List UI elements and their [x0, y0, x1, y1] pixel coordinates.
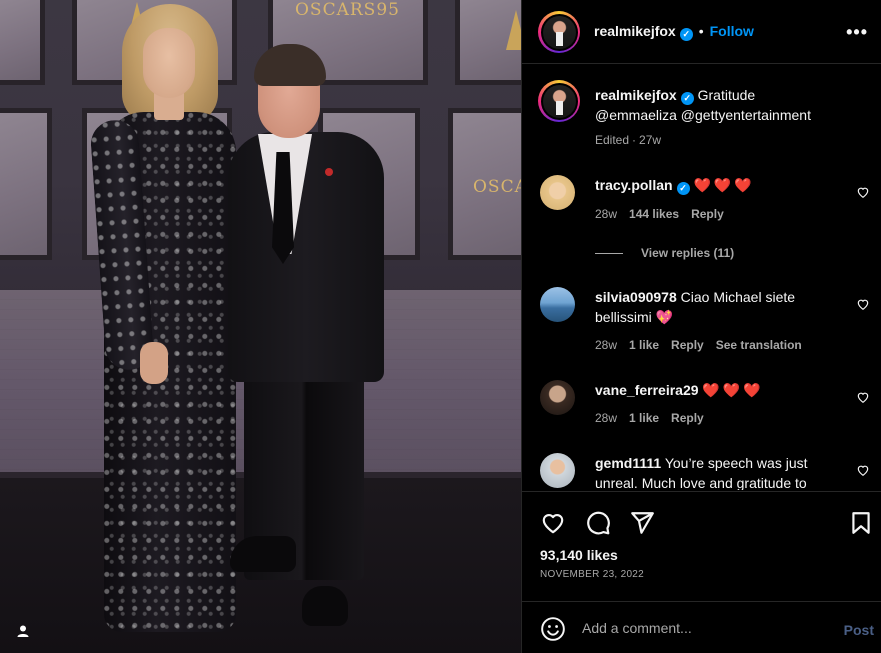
comment-meta: 28w 1 like Reply See translation	[595, 338, 814, 352]
tagged-users-icon[interactable]	[10, 618, 36, 644]
backdrop-panel	[0, 108, 52, 260]
woman-hand	[140, 342, 168, 384]
follow-button[interactable]: Follow	[710, 23, 754, 39]
comment-username[interactable]: silvia090978	[595, 289, 677, 305]
woman-face	[143, 28, 195, 98]
like-comment-heart-icon[interactable]	[856, 185, 870, 199]
comment-text: gemd1111 You’re speech was just unreal. …	[595, 453, 840, 490]
author-username[interactable]: realmikejfox	[594, 23, 676, 39]
save-bookmark-icon[interactable]	[848, 510, 874, 536]
caption-username[interactable]: realmikejfox	[595, 87, 677, 103]
backdrop-panel	[455, 0, 521, 85]
oscar-statue-icon	[506, 10, 521, 50]
emoji-smiley-icon[interactable]	[540, 616, 566, 642]
comment-username[interactable]: vane_ferreira29	[595, 382, 699, 398]
comment-meta: 28w 1 like Reply	[595, 411, 716, 425]
more-options-icon[interactable]: •••	[846, 22, 868, 43]
commenter-avatar[interactable]	[540, 380, 575, 415]
separator-dot: •	[698, 23, 704, 39]
profile-photo	[542, 15, 576, 49]
reply-button[interactable]: Reply	[691, 207, 724, 221]
like-count[interactable]: 93,140 likes	[540, 547, 618, 563]
reply-button[interactable]: Reply	[671, 338, 704, 352]
share-paper-plane-icon[interactable]	[629, 510, 655, 536]
caption-time[interactable]: 27w	[639, 133, 661, 147]
comment-text: silvia090978 Ciao Michael siete bellissi…	[595, 287, 840, 327]
add-comment-bar: Post	[522, 601, 881, 653]
reply-button[interactable]: Reply	[671, 411, 704, 425]
caption-mentions[interactable]: @emmaeliza @gettyentertainment	[595, 107, 811, 123]
comment-bubble-icon[interactable]	[585, 510, 611, 536]
caption-body: Gratitude	[697, 87, 756, 103]
comment-username[interactable]: gemd1111	[595, 455, 661, 471]
view-replies-label: View replies (11)	[641, 246, 735, 260]
header-author: realmikejfox ✓ • Follow	[594, 23, 754, 41]
comments-list[interactable]: realmikejfox ✓ Gratitude @emmaeliza @gett…	[522, 65, 881, 490]
comment-likes[interactable]: 144 likes	[629, 207, 679, 221]
comment-input[interactable]	[582, 614, 822, 642]
oscars-logo: OSCA	[473, 177, 521, 197]
verified-badge-icon: ✓	[680, 92, 694, 105]
profile-photo	[542, 84, 576, 118]
post-header: realmikejfox ✓ • Follow •••	[522, 0, 881, 64]
backdrop-panel	[0, 0, 45, 85]
comment-meta: 28w 144 likes Reply	[595, 207, 736, 221]
like-comment-heart-icon[interactable]	[856, 297, 870, 311]
post-actions: 93,140 likes NOVEMBER 23, 2022	[522, 491, 881, 601]
comment-emoji: ❤️❤️❤️	[693, 177, 755, 193]
post-sidebar: realmikejfox ✓ • Follow ••• realmikejfox ✓ G…	[521, 0, 881, 653]
comment-emoji: 💖	[655, 309, 674, 325]
author-avatar[interactable]	[538, 80, 580, 122]
comment-likes[interactable]: 1 like	[629, 338, 659, 352]
comment-username[interactable]: tracy.pollan	[595, 177, 673, 193]
backdrop-panel: OSCA	[448, 108, 521, 260]
oscars-logo: OSCARS95	[295, 0, 400, 20]
verified-badge-icon: ✓	[676, 182, 690, 195]
comment-time[interactable]: 28w	[595, 207, 617, 221]
commenter-avatar[interactable]	[540, 175, 575, 210]
comment-text: tracy.pollan ✓ ❤️❤️❤️	[595, 175, 840, 195]
caption-text: realmikejfox ✓ Gratitude @emmaeliza @gett…	[595, 85, 840, 125]
comment-emoji: ❤️❤️❤️	[702, 382, 764, 398]
man-shoe	[230, 536, 296, 572]
comment-time[interactable]: 28w	[595, 411, 617, 425]
post-date[interactable]: NOVEMBER 23, 2022	[540, 569, 644, 580]
replies-line	[595, 252, 623, 254]
like-heart-icon[interactable]	[540, 510, 566, 536]
lapel-pin	[325, 168, 333, 176]
post-photo[interactable]: OSCARS95 OSCA	[0, 0, 521, 653]
commenter-avatar[interactable]	[540, 453, 575, 488]
comment-likes[interactable]: 1 like	[629, 411, 659, 425]
man-suit	[228, 132, 384, 382]
man-shoe	[302, 586, 348, 626]
commenter-avatar[interactable]	[540, 287, 575, 322]
comment-time[interactable]: 28w	[595, 338, 617, 352]
author-avatar[interactable]	[538, 11, 580, 53]
post-comment-button[interactable]: Post	[844, 622, 874, 638]
verified-badge-icon: ✓	[679, 28, 693, 41]
like-comment-heart-icon[interactable]	[856, 463, 870, 477]
edited-label: Edited	[595, 133, 630, 147]
caption-meta: Edited · 27w	[595, 133, 662, 147]
view-replies-button[interactable]: View replies (11)	[595, 246, 734, 260]
like-comment-heart-icon[interactable]	[856, 390, 870, 404]
comment-text: vane_ferreira29 ❤️❤️❤️	[595, 380, 840, 400]
see-translation-button[interactable]: See translation	[716, 338, 802, 352]
